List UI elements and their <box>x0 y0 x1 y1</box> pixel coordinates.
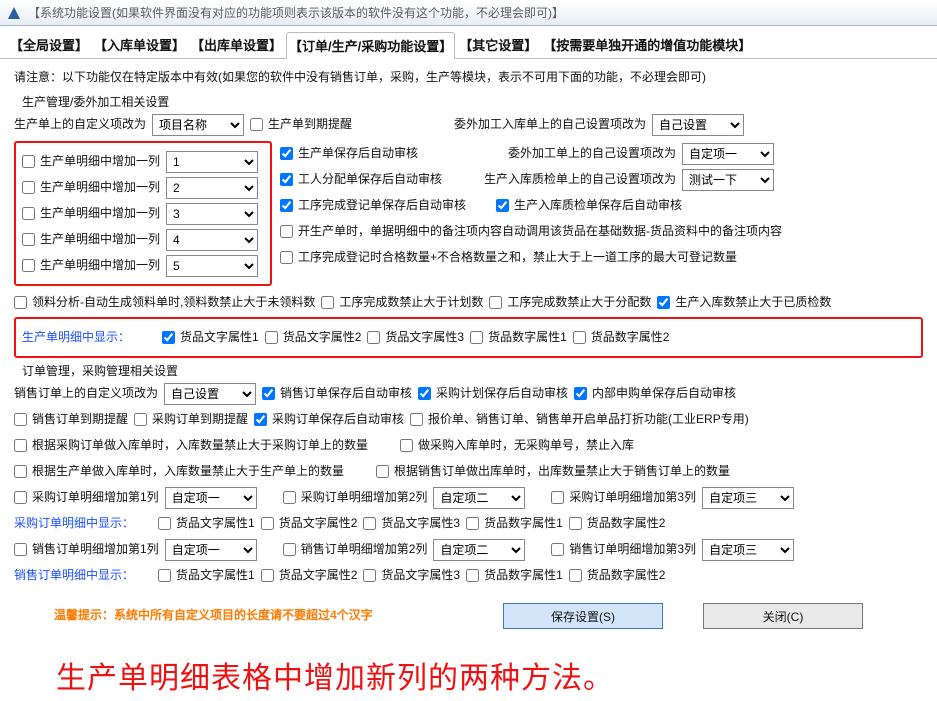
addcol-3-select[interactable]: 3 <box>166 203 258 225</box>
addcol-1-select[interactable]: 1 <box>166 151 258 173</box>
show-attr2[interactable]: 货品文字属性2 <box>265 326 362 349</box>
show-attr3[interactable]: 货品文字属性3 <box>367 326 464 349</box>
section1-title: 生产管理/委外加工相关设置 <box>22 93 923 110</box>
s2r2-c1[interactable]: 销售订单到期提醒 <box>14 408 128 431</box>
s2r8-5[interactable]: 货品数字属性2 <box>569 564 666 587</box>
s2r8-2[interactable]: 货品文字属性2 <box>261 564 358 587</box>
s2r6-3[interactable]: 货品文字属性3 <box>363 512 460 535</box>
annotation-text: 生产单明细表格中增加新列的两种方法。 <box>56 653 923 697</box>
r2-label: 生产入库质检单上的自己设置项改为 <box>484 168 676 191</box>
chk-long3[interactable]: 工序完成数禁止大于分配数 <box>489 291 651 314</box>
s2r6-label[interactable]: 采购订单明细中显示： <box>14 512 134 535</box>
chk-long2[interactable]: 工序完成数禁止大于计划数 <box>321 291 483 314</box>
line1-label2: 委外加工入库单上的自己设置项改为 <box>454 113 646 136</box>
s2r5-c2[interactable]: 采购订单明细增加第2列 <box>283 486 428 509</box>
tab-global[interactable]: 【全局设置】 <box>8 32 90 59</box>
chk-r5[interactable]: 工序完成登记时合格数量+不合格数量之和，禁止大于上一道工序的最大可登记数量 <box>280 246 737 269</box>
addcol-4-select[interactable]: 4 <box>166 229 258 251</box>
s2r7-s1[interactable]: 自定项一 <box>165 539 257 561</box>
tab-outbound[interactable]: 【出库单设置】 <box>189 32 284 59</box>
tab-order-production[interactable]: 【订单/生产/采购功能设置】 <box>286 32 455 59</box>
s2r3-c1[interactable]: 根据采购订单做入库单时，入库数量禁止大于采购订单上的数量 <box>14 434 368 457</box>
chk-r1[interactable]: 生产单保存后自动审核 <box>280 142 418 165</box>
s2r1-c1[interactable]: 销售订单保存后自动审核 <box>262 382 412 405</box>
s2r1-label: 销售订单上的自定义项改为 <box>14 382 158 405</box>
window-titlebar: 【系统功能设置(如果软件界面没有对应的功能项则表示该版本的软件没有这个功能，不必… <box>0 0 937 26</box>
s2r3-c2[interactable]: 做采购入库单时，无采购单号，禁止入库 <box>400 434 634 457</box>
app-icon <box>6 5 22 21</box>
s2r7-c3[interactable]: 销售订单明细增加第3列 <box>551 538 696 561</box>
s2r1-c3[interactable]: 内部申购单保存后自动审核 <box>574 382 736 405</box>
s2r8-1[interactable]: 货品文字属性1 <box>158 564 255 587</box>
tab-addons[interactable]: 【按需要单独开通的增值功能模块】 <box>541 32 753 59</box>
s2r1-c2[interactable]: 采购计划保存后自动审核 <box>418 382 568 405</box>
s2r6-5[interactable]: 货品数字属性2 <box>569 512 666 535</box>
s2r7-s2[interactable]: 自定项二 <box>433 539 525 561</box>
s2r8-4[interactable]: 货品数字属性1 <box>466 564 563 587</box>
s2r1-select[interactable]: 自己设置 <box>164 383 256 405</box>
r1-select[interactable]: 自定项一 <box>682 143 774 165</box>
s2r8-3[interactable]: 货品文字属性3 <box>363 564 460 587</box>
line1-select2[interactable]: 自己设置 <box>652 114 744 136</box>
tab-inbound[interactable]: 【入库单设置】 <box>92 32 187 59</box>
redbox-addcols: 生产单明细中增加一列 1 生产单明细中增加一列 2 生产单明细中增加一列 3 生产单明… <box>14 141 272 286</box>
chk-r3[interactable]: 工序完成登记单保存后自动审核 <box>280 194 466 217</box>
window-title: 【系统功能设置(如果软件界面没有对应的功能项则表示该版本的软件没有这个功能，不必… <box>28 4 564 21</box>
show-attr4[interactable]: 货品数字属性1 <box>470 326 567 349</box>
tabbar: 【全局设置】 【入库单设置】 【出库单设置】 【订单/生产/采购功能设置】 【其… <box>0 26 937 59</box>
s2r5-c3[interactable]: 采购订单明细增加第3列 <box>551 486 696 509</box>
s2r6-2[interactable]: 货品文字属性2 <box>261 512 358 535</box>
chk-r3b[interactable]: 生产入库质检单保存后自动审核 <box>496 194 682 217</box>
addcol-4[interactable]: 生产单明细中增加一列 <box>22 228 160 251</box>
redbox-show: 生产单明细中显示： 货品文字属性1 货品文字属性2 货品文字属性3 货品数字属性… <box>14 317 923 358</box>
show-attr1[interactable]: 货品文字属性1 <box>162 326 259 349</box>
tab-body: 请注意：以下功能仅在特定版本中有效(如果您的软件中没有销售订单，采购，生产等模块… <box>0 58 937 701</box>
addcol-1[interactable]: 生产单明细中增加一列 <box>22 150 160 173</box>
s2r7-s3[interactable]: 自定项三 <box>702 539 794 561</box>
section2-title: 订单管理，采购管理相关设置 <box>22 362 923 379</box>
s2r5-s3[interactable]: 自定项三 <box>702 487 794 509</box>
addcol-5-select[interactable]: 5 <box>166 255 258 277</box>
addcol-3[interactable]: 生产单明细中增加一列 <box>22 202 160 225</box>
show-attr5[interactable]: 货品数字属性2 <box>573 326 670 349</box>
show-label-link[interactable]: 生产单明细中显示： <box>22 326 130 349</box>
s2r5-c1[interactable]: 采购订单明细增加第1列 <box>14 486 159 509</box>
s2r5-s1[interactable]: 自定项一 <box>165 487 257 509</box>
line1-select1[interactable]: 项目名称 <box>152 114 244 136</box>
tab-other[interactable]: 【其它设置】 <box>457 32 539 59</box>
s2r2-c2[interactable]: 采购订单到期提醒 <box>134 408 248 431</box>
chk-produce-due-remind[interactable]: 生产单到期提醒 <box>250 113 352 136</box>
line1-label1: 生产单上的自定义项改为 <box>14 113 146 136</box>
r1-label: 委外加工单上的自己设置项改为 <box>508 142 676 165</box>
notice: 请注意：以下功能仅在特定版本中有效(如果您的软件中没有销售订单，采购，生产等模块… <box>14 66 923 89</box>
s2r5-s2[interactable]: 自定项二 <box>433 487 525 509</box>
s2r2-c3[interactable]: 采购订单保存后自动审核 <box>254 408 404 431</box>
chk-r2[interactable]: 工人分配单保存后自动审核 <box>280 168 442 191</box>
s2r6-4[interactable]: 货品数字属性1 <box>466 512 563 535</box>
r2-select[interactable]: 测试一下 <box>682 169 774 191</box>
addcol-2-select[interactable]: 2 <box>166 177 258 199</box>
addcol-2[interactable]: 生产单明细中增加一列 <box>22 176 160 199</box>
s2r6-1[interactable]: 货品文字属性1 <box>158 512 255 535</box>
s2r8-label[interactable]: 销售订单明细中显示： <box>14 564 134 587</box>
s2r7-c2[interactable]: 销售订单明细增加第2列 <box>283 538 428 561</box>
close-button[interactable]: 关闭(C) <box>703 603 863 629</box>
s2r2-c4[interactable]: 报价单、销售订单、销售单开启单品打折功能(工业ERP专用) <box>410 408 749 431</box>
chk-long4[interactable]: 生产入库数禁止大于已质检数 <box>657 291 831 314</box>
s2r4-c1[interactable]: 根据生产单做入库单时，入库数量禁止大于生产单上的数量 <box>14 460 344 483</box>
addcol-5[interactable]: 生产单明细中增加一列 <box>22 254 160 277</box>
s2r4-c2[interactable]: 根据销售订单做出库单时，出库数量禁止大于销售订单上的数量 <box>376 460 730 483</box>
chk-long1[interactable]: 领料分析-自动生成领料单时,领料数禁止大于未领料数 <box>14 291 315 314</box>
save-button[interactable]: 保存设置(S) <box>503 603 663 629</box>
chk-r4[interactable]: 开生产单时，单据明细中的备注项内容自动调用该货品在基础数据-货品资料中的备注项内… <box>280 220 782 243</box>
s2r7-c1[interactable]: 销售订单明细增加第1列 <box>14 538 159 561</box>
hint-text: 温馨提示：系统中所有自定义项目的长度请不要超过4个汉字 <box>54 606 373 623</box>
